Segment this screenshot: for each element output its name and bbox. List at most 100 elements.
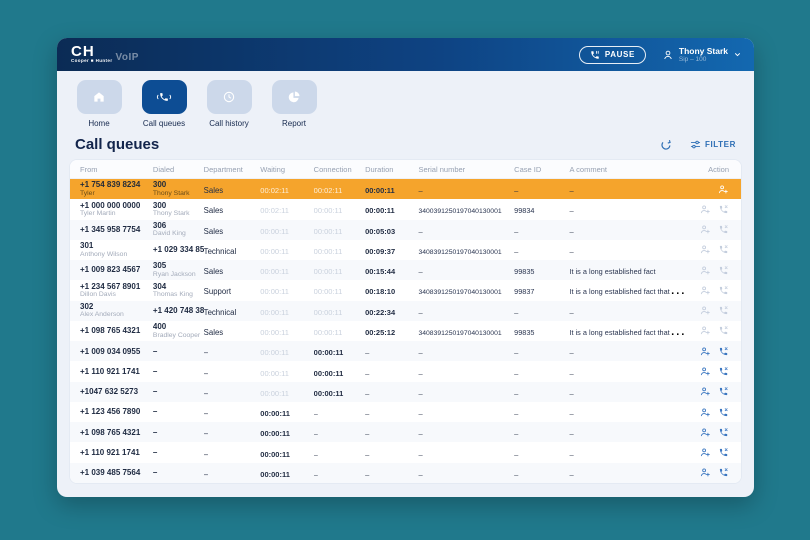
person-plus-icon[interactable] bbox=[700, 386, 711, 397]
table-row[interactable]: +1 345 958 7754 306 David King Sales 00:00:1… bbox=[70, 219, 741, 240]
cell-serial-number: 3408391250197040130001 bbox=[418, 329, 502, 337]
column-header: Case ID bbox=[514, 164, 542, 174]
cell-case-id: – bbox=[514, 348, 519, 358]
cell-duration: 00:18:10 bbox=[365, 287, 396, 297]
report-icon bbox=[287, 90, 301, 104]
cell-comment: – bbox=[569, 186, 574, 196]
cell-duration: – bbox=[365, 388, 370, 398]
table-row[interactable]: +1047 632 5273 – – 00:00:11 00:00:11 – – – – bbox=[70, 381, 741, 402]
tab-call-queues-label: Call queues bbox=[142, 119, 186, 128]
person-plus-icon[interactable] bbox=[700, 325, 711, 336]
cell-from: +1 110 921 1741 bbox=[80, 447, 140, 457]
person-plus-icon[interactable] bbox=[700, 204, 711, 215]
cell-case-id: – bbox=[514, 449, 519, 459]
cell-case-id: – bbox=[514, 469, 519, 479]
refresh-button[interactable] bbox=[660, 139, 672, 151]
table-row[interactable]: +1 110 921 1741 – – 00:00:11 – – – – – bbox=[70, 442, 741, 462]
phone-decline-icon[interactable] bbox=[718, 305, 729, 316]
cell-comment: It is a long established fact that a rea… bbox=[569, 287, 692, 297]
table-row[interactable]: +1 123 456 7890 – – 00:00:11 – – – – – bbox=[70, 402, 741, 422]
phone-decline-icon[interactable] bbox=[718, 224, 729, 235]
phone-decline-icon[interactable] bbox=[718, 427, 729, 438]
cell-comment: It is a long established fact that a rea… bbox=[569, 327, 692, 337]
table-row[interactable]: +1 098 765 4321 400 Bradley Cooper Sales 00:… bbox=[70, 321, 741, 341]
user-menu[interactable]: Thony Stark Sip – 100 bbox=[662, 46, 742, 63]
person-plus-icon[interactable] bbox=[700, 305, 711, 316]
cell-comment: – bbox=[569, 429, 574, 439]
cell-serial-number: – bbox=[418, 429, 423, 439]
column-header: Serial number bbox=[418, 164, 466, 174]
person-plus-icon[interactable] bbox=[700, 467, 711, 478]
table-row[interactable]: +1 009 034 0955 – – 00:00:11 00:00:11 – – – – bbox=[70, 341, 741, 362]
cell-connection: 00:00:11 bbox=[313, 226, 343, 236]
cell-dialed: +1 029 334 8574 bbox=[152, 245, 204, 255]
cell-dialed: 304 Thomas King bbox=[152, 281, 193, 299]
table-row[interactable]: +1 009 823 4567 305 Ryan Jackson Sales 00:00… bbox=[70, 260, 741, 281]
phone-decline-icon[interactable] bbox=[718, 204, 729, 215]
cell-from: +1 009 823 4567 bbox=[80, 265, 141, 275]
cell-connection: 00:02:11 bbox=[313, 186, 343, 196]
cell-duration: – bbox=[365, 348, 370, 358]
phone-decline-icon[interactable] bbox=[718, 285, 729, 296]
tab-call-history[interactable]: Call history bbox=[205, 80, 253, 128]
call-queues-table: From Dialed Department Waiting Connection Dur… bbox=[69, 159, 742, 484]
cell-serial-number: 3400391250197040130001 bbox=[418, 208, 502, 216]
cell-dialed: – bbox=[152, 387, 158, 397]
person-plus-icon[interactable] bbox=[700, 447, 711, 458]
cell-case-id: – bbox=[514, 246, 519, 256]
refresh-icon bbox=[660, 139, 672, 151]
pause-label: PAUSE bbox=[604, 50, 635, 59]
table-row[interactable]: 302Alex Anderson +1 420 748 3849Technical… bbox=[70, 300, 741, 321]
tab-home[interactable]: Home bbox=[75, 80, 123, 128]
person-plus-icon[interactable] bbox=[700, 407, 711, 418]
tab-report[interactable]: Report bbox=[270, 80, 318, 128]
table-row[interactable]: 301Anthony Wilson +1 029 334 8574Technica… bbox=[70, 240, 741, 260]
cell-duration: – bbox=[365, 469, 370, 479]
phone-decline-icon[interactable] bbox=[718, 366, 729, 377]
person-plus-icon[interactable] bbox=[718, 184, 729, 195]
cell-duration: 00:22:34 bbox=[365, 307, 396, 317]
table-row[interactable]: +1 000 000 0000 Tyler Martin 300 Thony Star… bbox=[70, 199, 741, 219]
person-plus-icon[interactable] bbox=[700, 346, 711, 357]
phone-decline-icon[interactable] bbox=[718, 244, 729, 255]
person-plus-icon[interactable] bbox=[700, 244, 711, 255]
table-row[interactable]: +1 110 921 1741 – – 00:00:11 00:00:11 – – – – bbox=[70, 361, 741, 381]
cell-serial-number: – bbox=[418, 409, 423, 419]
person-plus-icon[interactable] bbox=[700, 427, 711, 438]
phone-decline-icon[interactable] bbox=[718, 407, 729, 418]
phone-decline-icon[interactable] bbox=[718, 346, 729, 357]
person-plus-icon[interactable] bbox=[700, 285, 711, 296]
phone-decline-icon[interactable] bbox=[718, 467, 729, 478]
pause-button[interactable]: PAUSE bbox=[578, 45, 646, 64]
cell-case-id: 99835 bbox=[514, 327, 535, 337]
phone-decline-icon[interactable] bbox=[718, 325, 729, 336]
table-row[interactable]: +1 234 567 8901 Dillon Davis 304 Thomas Kin… bbox=[70, 280, 741, 300]
cell-comment: It is a long established fact bbox=[569, 267, 656, 277]
column-header: Waiting bbox=[260, 164, 286, 174]
phone-decline-icon[interactable] bbox=[718, 386, 729, 397]
person-plus-icon[interactable] bbox=[700, 366, 711, 377]
table-row[interactable]: +1 098 765 4321 – – 00:00:11 – – – – – bbox=[70, 422, 741, 443]
filter-label: FILTER bbox=[704, 140, 736, 149]
cell-dialed: 300 Thony Stark bbox=[152, 180, 190, 197]
person-plus-icon[interactable] bbox=[700, 224, 711, 235]
table-body: +1 754 839 8234 Tyler 300 Thony Stark Sales 0… bbox=[70, 179, 741, 483]
cell-serial-number: – bbox=[418, 388, 423, 398]
cell-comment: – bbox=[569, 388, 574, 398]
brand-logo: CH Cooper ■ Hunter VoIP bbox=[71, 44, 139, 63]
cell-duration: 00:15:44 bbox=[365, 267, 396, 277]
cell-connection: – bbox=[313, 429, 318, 439]
cell-comment: – bbox=[569, 348, 574, 358]
filter-button[interactable]: FILTER bbox=[690, 139, 736, 150]
phone-decline-icon[interactable] bbox=[718, 447, 729, 458]
cell-from: +1 110 921 1741 bbox=[80, 366, 140, 376]
cell-department: Sales bbox=[203, 186, 224, 196]
cell-department: Sales bbox=[203, 267, 224, 277]
cell-serial-number: – bbox=[418, 267, 423, 277]
person-plus-icon[interactable] bbox=[700, 265, 711, 276]
tab-call-queues[interactable]: Call queues bbox=[140, 80, 188, 128]
phone-decline-icon[interactable] bbox=[718, 265, 729, 276]
table-row[interactable]: +1 754 839 8234 Tyler 300 Thony Stark Sales 0… bbox=[70, 179, 741, 200]
cell-case-id: – bbox=[514, 368, 519, 378]
table-row[interactable]: +1 039 485 7564 – – 00:00:11 – – – – – bbox=[70, 462, 741, 483]
